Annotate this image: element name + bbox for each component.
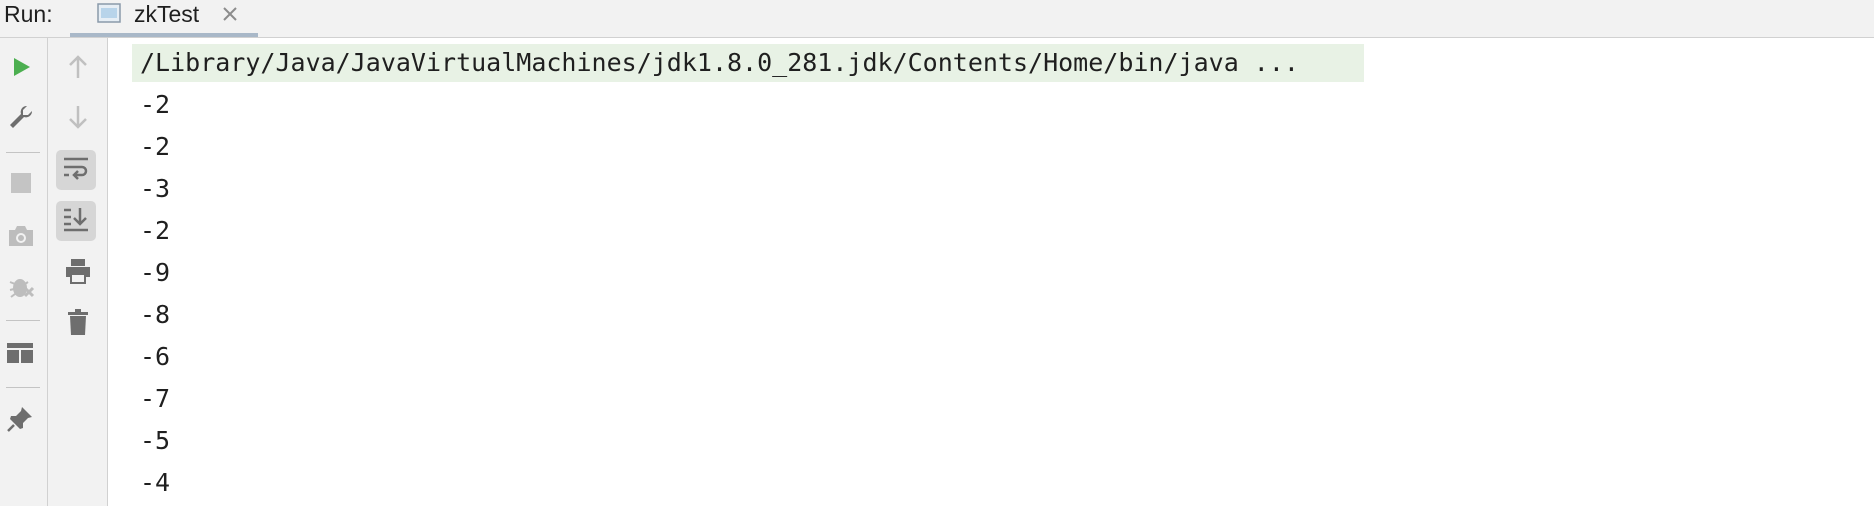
printer-icon (64, 257, 92, 290)
output-line: -7 (140, 384, 171, 413)
soft-wrap-button[interactable] (56, 150, 96, 190)
wrench-icon (7, 103, 35, 136)
layout-button[interactable] (0, 335, 40, 375)
run-actions-toolbar (0, 38, 48, 506)
arrow-down-icon (66, 104, 90, 135)
output-line: -5 (140, 426, 171, 455)
bug-icon (7, 272, 35, 305)
pin-icon (6, 405, 34, 438)
thread-dump-button[interactable] (1, 218, 41, 258)
soft-wrap-icon (62, 155, 90, 186)
run-label: Run: (4, 1, 53, 27)
toolbar-separator (6, 387, 40, 388)
tab-zktest[interactable]: zkTest (70, 0, 258, 37)
tab-label: zkTest (134, 1, 200, 27)
tab-active-indicator (70, 33, 258, 37)
scroll-to-end-icon (62, 206, 90, 237)
console-output[interactable]: /Library/Java/JavaVirtualMachines/jdk1.8… (108, 38, 1874, 506)
run-header: Run: zkTest (0, 0, 1874, 38)
output-line: -2 (140, 216, 171, 245)
command-line: /Library/Java/JavaVirtualMachines/jdk1.8… (132, 44, 1364, 82)
run-tool-window: Run: zkTest /Library/Java/JavaVirtualMac… (0, 0, 1874, 506)
down-button[interactable] (58, 99, 98, 139)
play-icon (9, 55, 33, 84)
stop-icon (9, 171, 33, 200)
toolbar-separator (6, 152, 40, 153)
stop-button[interactable] (1, 165, 41, 205)
edit-config-button[interactable] (1, 99, 41, 139)
output-line: -6 (140, 342, 171, 371)
camera-icon (7, 223, 35, 254)
close-icon[interactable] (218, 2, 242, 26)
up-button[interactable] (58, 49, 98, 89)
run-config-icon (97, 3, 121, 23)
console-actions-toolbar (48, 38, 108, 506)
toolbar-separator (6, 320, 40, 321)
trash-icon (66, 308, 90, 341)
rerun-button[interactable] (1, 49, 41, 89)
pin-tab-button[interactable] (0, 401, 40, 441)
clear-button[interactable] (58, 304, 98, 344)
output-line: -2 (140, 90, 171, 119)
layout-icon (6, 342, 34, 369)
output-line: -3 (140, 174, 171, 203)
output-line: -2 (140, 132, 171, 161)
arrow-up-icon (66, 54, 90, 85)
print-button[interactable] (58, 253, 98, 293)
scroll-to-end-button[interactable] (56, 201, 96, 241)
debug-button[interactable] (1, 268, 41, 308)
output-line: -8 (140, 300, 171, 329)
output-line: -9 (140, 258, 171, 287)
output-line: -4 (140, 468, 171, 497)
